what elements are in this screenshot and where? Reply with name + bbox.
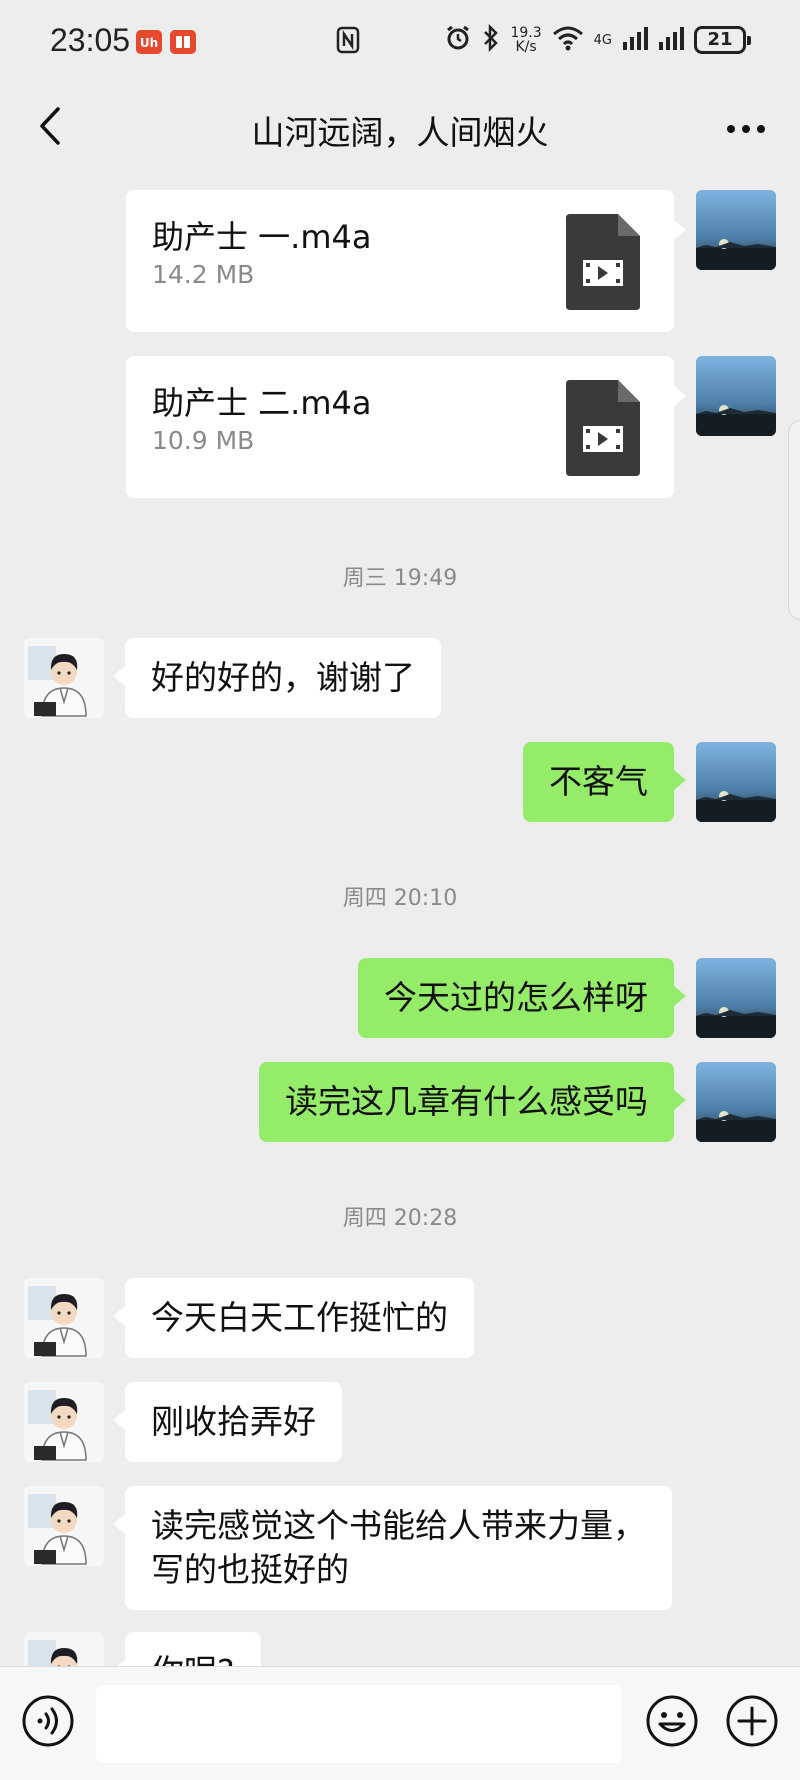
received-message[interactable]: 好的好的，谢谢了: [113, 638, 441, 718]
file-message[interactable]: 助产士 一.m4a 14.2 MB: [126, 190, 686, 332]
message-line: 读完感觉这个书能给人带来力量，: [151, 1506, 646, 1545]
nfc-icon: [336, 26, 360, 58]
contact-avatar[interactable]: [24, 1382, 104, 1462]
received-message[interactable]: 你呢?: [113, 1632, 261, 1666]
video-file-icon: [566, 380, 640, 480]
back-arrow-icon: [38, 106, 62, 150]
wifi-icon: [552, 25, 584, 55]
emoji-icon: [644, 1695, 700, 1753]
file-size: 10.9 MB: [152, 426, 255, 455]
input-bar: [0, 1666, 800, 1780]
svg-text:Uh: Uh: [140, 36, 158, 50]
signal-icon-1: [622, 26, 648, 54]
bluetooth-icon: [482, 23, 500, 56]
emoji-button[interactable]: [644, 1693, 700, 1753]
signal-icon-2: [658, 26, 684, 54]
video-file-icon: [566, 214, 640, 314]
contact-avatar[interactable]: [24, 1632, 104, 1666]
message-line: 写的也挺好的: [151, 1550, 349, 1589]
my-avatar[interactable]: [696, 958, 776, 1038]
contact-avatar[interactable]: [24, 1278, 104, 1358]
timestamp: 周三 19:49: [342, 566, 458, 591]
file-name: 助产士 一.m4a: [152, 218, 372, 256]
chat-header: 山河远阔，人间烟火: [0, 80, 800, 176]
chat-screen: 23:05 Uh 19.3 K/s 4G 21 山河远阔，人间烟火 助产士 一.…: [0, 0, 800, 1780]
more-functions-button[interactable]: [724, 1693, 780, 1753]
message-input[interactable]: [96, 1685, 622, 1763]
chat-title: 山河远阔，人间烟火: [251, 113, 549, 152]
sent-message[interactable]: 今天过的怎么样呀: [358, 958, 686, 1038]
contact-avatar[interactable]: [24, 638, 104, 718]
my-avatar[interactable]: [696, 742, 776, 822]
alarm-icon: [444, 24, 472, 56]
received-message[interactable]: 今天白天工作挺忙的: [113, 1278, 474, 1358]
received-message[interactable]: 读完感觉这个书能给人带来力量， 写的也挺好的: [113, 1486, 672, 1610]
message-list[interactable]: 助产士 一.m4a 14.2 MB 助产士 二.m4a 10.9 MB 周三 1…: [0, 176, 800, 1666]
file-name: 助产士 二.m4a: [152, 384, 372, 422]
timestamp: 周四 20:28: [342, 1206, 458, 1231]
back-button[interactable]: [24, 102, 76, 154]
my-avatar[interactable]: [696, 190, 776, 270]
timestamp: 周四 20:10: [342, 886, 458, 911]
more-dots-icon: [726, 119, 766, 138]
received-message[interactable]: 刚收拾弄好: [113, 1382, 342, 1462]
my-avatar[interactable]: [696, 1062, 776, 1142]
status-bar: 23:05 Uh 19.3 K/s 4G 21: [0, 0, 800, 80]
sent-message[interactable]: 不客气: [523, 742, 686, 822]
file-message[interactable]: 助产士 二.m4a 10.9 MB: [126, 356, 686, 498]
file-size: 14.2 MB: [152, 260, 255, 289]
voice-button[interactable]: [20, 1693, 76, 1753]
status-time: 23:05: [50, 22, 131, 58]
reader-app-icon: [170, 30, 196, 54]
net-speed-unit: K/s: [515, 39, 537, 55]
contact-avatar[interactable]: [24, 1486, 104, 1566]
more-button[interactable]: [716, 102, 776, 154]
my-avatar[interactable]: [696, 356, 776, 436]
plus-icon: [724, 1695, 780, 1753]
net-speed: 19.3 K/s: [510, 26, 541, 54]
battery-indicator: 21: [694, 26, 751, 54]
sent-message[interactable]: 读完这几章有什么感受吗: [259, 1062, 686, 1142]
voice-icon: [20, 1695, 76, 1753]
network-label: 4G: [593, 32, 612, 48]
app-notification-icon: Uh: [136, 30, 162, 54]
status-icons: 19.3 K/s 4G 21: [444, 22, 751, 58]
